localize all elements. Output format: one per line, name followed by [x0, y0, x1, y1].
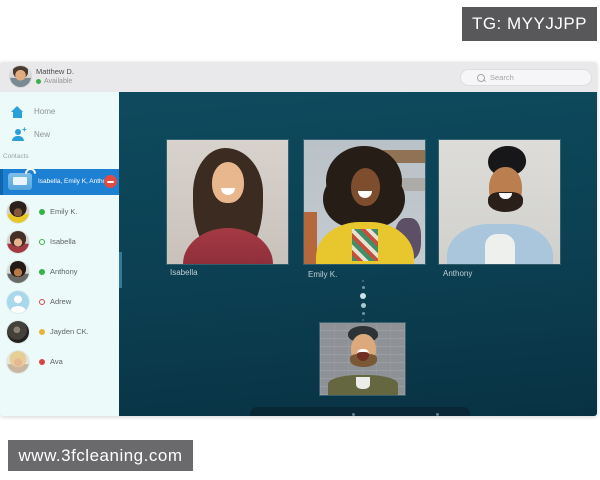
- contact-row-isabella[interactable]: Isabella: [0, 227, 119, 257]
- contact-name: Adrew: [50, 297, 71, 306]
- participant-label: Anthony: [443, 269, 472, 278]
- connector-dots: [359, 280, 367, 321]
- sidebar-item-new-label: New: [34, 130, 50, 139]
- presence-dot-icon: [39, 299, 45, 305]
- end-call-button[interactable]: [104, 175, 117, 188]
- sidebar-item-home[interactable]: Home: [0, 103, 119, 123]
- call-controls-bar[interactable]: [250, 407, 470, 416]
- contact-name: Jayden CK.: [50, 327, 89, 336]
- contact-name: Isabella: [50, 237, 76, 246]
- avatar: [7, 351, 29, 373]
- avatar: [7, 231, 29, 253]
- sidebar: Home New Contacts Isabella, Emily K, Ant…: [0, 92, 120, 416]
- avatar: [7, 321, 29, 343]
- contact-row-jayden[interactable]: Jayden CK.: [0, 317, 119, 347]
- avatar: [7, 261, 29, 283]
- user-name: Matthew D.: [36, 67, 74, 76]
- home-icon: [11, 106, 24, 119]
- watermark-bottom-left-text: www.3fcleaning.com: [19, 446, 183, 466]
- user-status: Available: [44, 78, 72, 85]
- video-tile-anthony[interactable]: [439, 140, 560, 264]
- add-contact-icon: [12, 129, 24, 141]
- user-avatar[interactable]: [10, 66, 31, 87]
- watermark-top-right: TG: MYYJJPP: [462, 7, 597, 41]
- active-call-row[interactable]: Isabella, Emily K, Anthony: [0, 169, 122, 195]
- group-call-icon: [8, 173, 32, 190]
- handset-icon: [23, 166, 39, 182]
- presence-dot-icon: [36, 79, 41, 84]
- call-stage: Isabella Emily K. Anthony: [119, 92, 597, 416]
- participant-label: Emily K.: [308, 270, 337, 279]
- watermark-top-right-text: TG: MYYJJPP: [472, 14, 587, 34]
- screenshot-canvas: TG: MYYJJPP Matthew D. Available Search …: [0, 0, 600, 480]
- presence-dot-icon: [39, 239, 45, 245]
- active-call-title: Isabella, Emily K, Anthony: [38, 178, 113, 185]
- contact-row-emily[interactable]: Emily K.: [0, 197, 119, 227]
- sidebar-item-new[interactable]: New: [0, 126, 119, 146]
- contact-row-ava[interactable]: Ava: [0, 347, 119, 377]
- participant-label: Isabella: [170, 268, 198, 277]
- app-window: Matthew D. Available Search Home New Con…: [0, 62, 597, 416]
- panel-edge-tab[interactable]: [119, 252, 122, 288]
- contact-row-anthony[interactable]: Anthony: [0, 257, 119, 287]
- presence-dot-icon: [39, 269, 45, 275]
- contact-name: Anthony: [50, 267, 78, 276]
- presence-dot-icon: [39, 359, 45, 365]
- user-presence: Available: [36, 78, 72, 85]
- sidebar-item-home-label: Home: [34, 107, 55, 116]
- contact-name: Emily K.: [50, 207, 78, 216]
- search-icon: [477, 74, 485, 82]
- video-tile-emily[interactable]: [304, 140, 425, 264]
- search-input[interactable]: Search: [460, 69, 592, 86]
- call-control-icon[interactable]: [352, 413, 355, 416]
- video-tile-isabella[interactable]: [167, 140, 288, 264]
- presence-dot-icon: [39, 209, 45, 215]
- call-control-icon[interactable]: [436, 413, 439, 416]
- watermark-bottom-left: www.3fcleaning.com: [8, 440, 193, 471]
- contacts-header: Contacts: [3, 153, 29, 160]
- contact-row-adrew[interactable]: Adrew: [0, 287, 119, 317]
- avatar: [7, 201, 29, 223]
- search-placeholder: Search: [490, 73, 514, 82]
- presence-dot-icon: [39, 329, 45, 335]
- contact-name: Ava: [50, 357, 63, 366]
- self-view-tile[interactable]: [320, 323, 405, 395]
- top-bar: Matthew D. Available Search: [0, 62, 597, 93]
- avatar: [7, 291, 29, 313]
